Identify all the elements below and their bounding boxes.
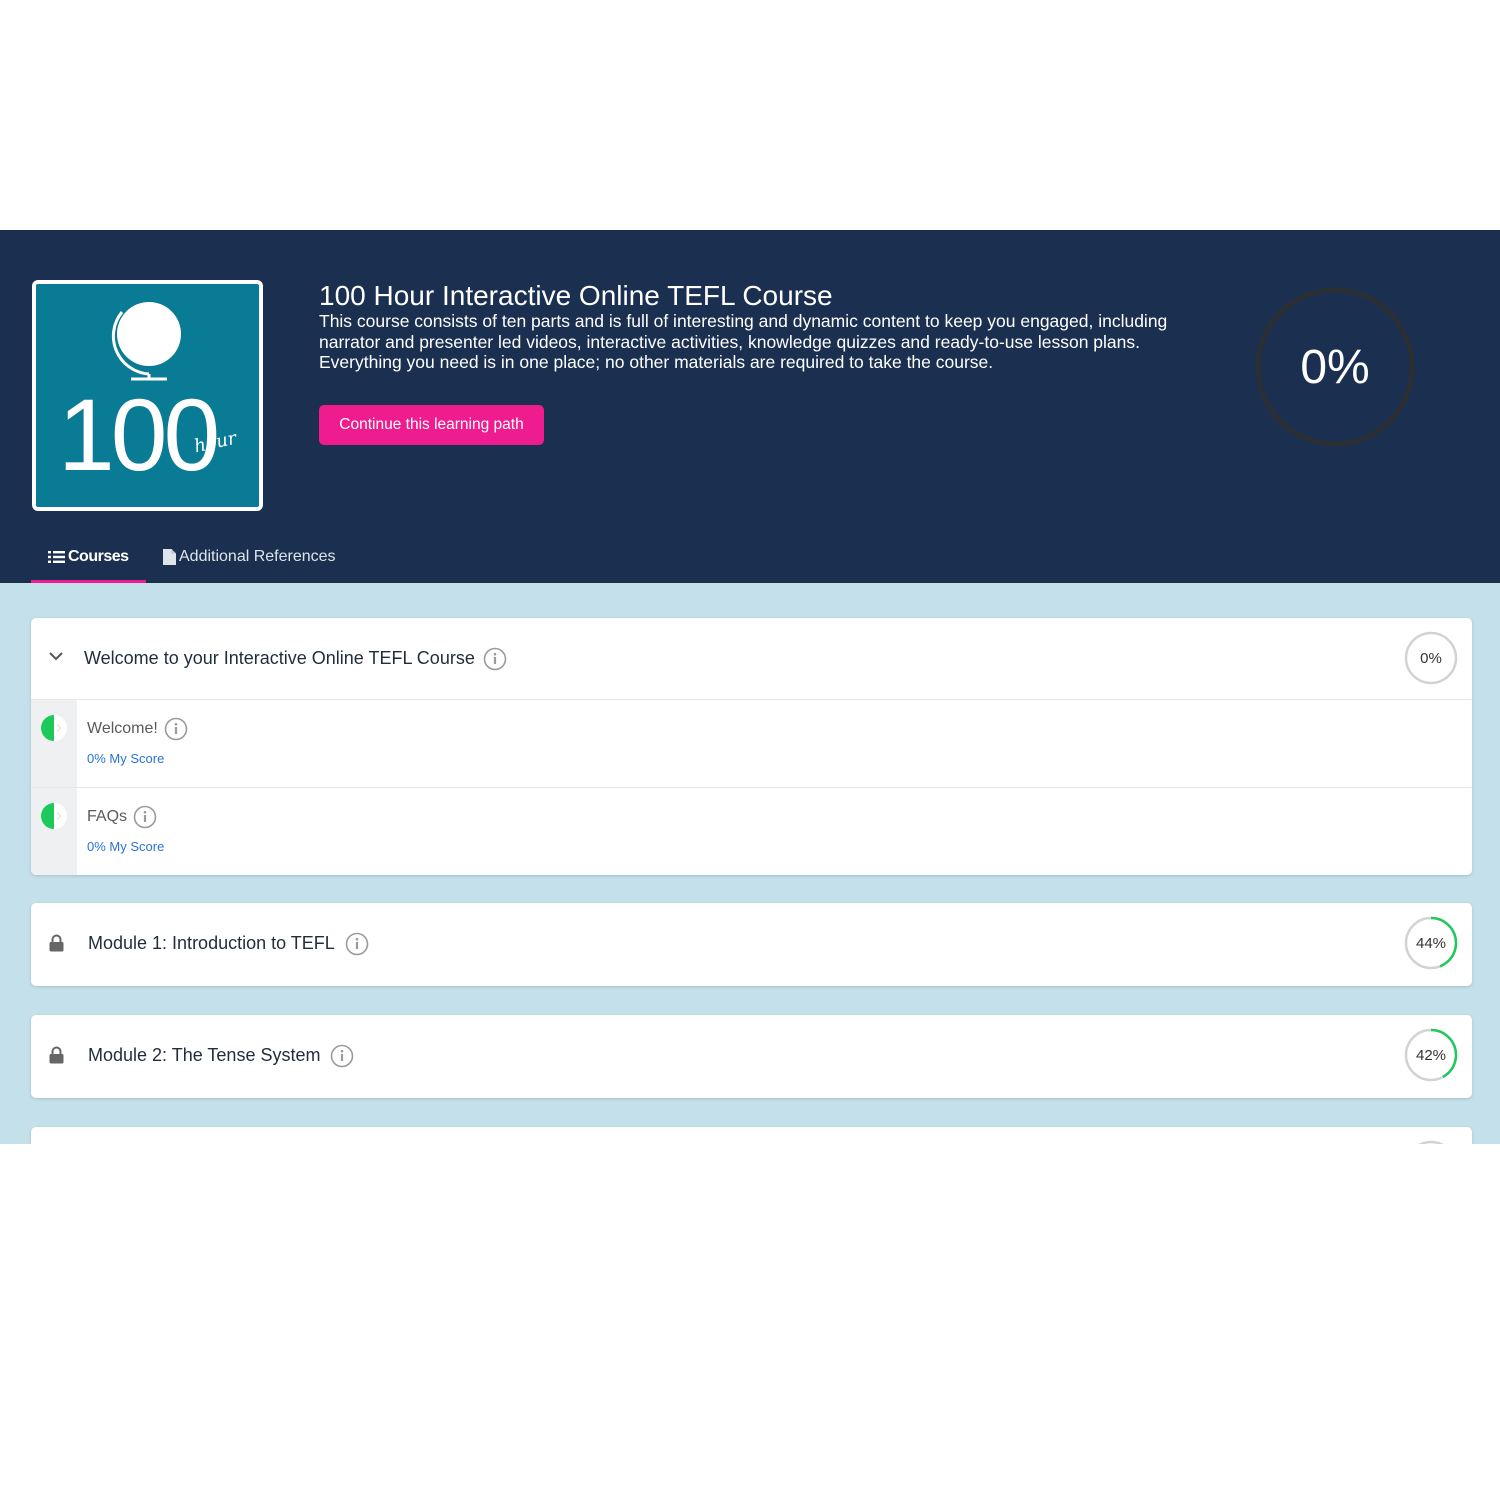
info-icon[interactable]	[345, 932, 369, 956]
section-header[interactable]: Welcome to your Interactive Online TEFL …	[31, 618, 1472, 699]
tab-courses[interactable]: Courses	[31, 530, 146, 583]
lesson-title: FAQs	[87, 803, 157, 831]
course-logo: 100 hour	[32, 280, 263, 511]
lesson-item[interactable]: FAQs 0% My Score	[31, 787, 1472, 875]
list-icon	[48, 550, 65, 564]
document-icon	[163, 548, 176, 565]
section-header[interactable]: Module 1: Introduction to TEFL 44%	[31, 903, 1472, 984]
tab-additional-references[interactable]: Additional References	[163, 530, 336, 583]
course-list: Welcome to your Interactive Online TEFL …	[0, 583, 1500, 1144]
lesson-title: Welcome!	[87, 715, 188, 743]
section-progress-label: 44%	[1415, 934, 1447, 952]
info-icon[interactable]	[164, 717, 188, 741]
course-description: This course consists of ten parts and is…	[319, 311, 1168, 372]
section-welcome: Welcome to your Interactive Online TEFL …	[31, 618, 1472, 875]
learning-path-page: 100 hour 100 Hour Interactive Online TEF…	[0, 230, 1500, 1144]
section-progress-label: 42%	[1415, 1046, 1447, 1064]
lesson-status-icon	[40, 714, 68, 747]
section-title: Module 1: Introduction to TEFL	[88, 903, 369, 984]
lock-icon	[49, 1046, 64, 1069]
section-title-text: Welcome to your Interactive Online TEFL …	[84, 648, 475, 668]
section-module-1: Module 1: Introduction to TEFL 44%	[31, 903, 1472, 986]
info-icon[interactable]	[483, 647, 507, 671]
lesson-item[interactable]: Welcome! 0% My Score	[31, 699, 1472, 787]
course-header: 100 hour 100 Hour Interactive Online TEF…	[0, 230, 1500, 583]
section-progress-ring: 44%	[1404, 916, 1458, 970]
section-progress-label: 0%	[1420, 649, 1442, 667]
tab-bar: Courses Additional References	[31, 530, 336, 583]
section-title: Module 2: The Tense System	[88, 1015, 354, 1096]
lesson-score-link[interactable]: 0% My Score	[87, 839, 164, 854]
info-icon[interactable]	[330, 1044, 354, 1068]
lesson-status-icon	[40, 802, 68, 835]
section-title-text: Module 2: The Tense System	[88, 1045, 321, 1065]
section-title-text: Module 1: Introduction to TEFL	[88, 933, 335, 953]
section-progress-ring: 0%	[1404, 631, 1458, 685]
section-module-2: Module 2: The Tense System 42%	[31, 1015, 1472, 1098]
section-progress-ring	[1404, 1140, 1458, 1144]
section-progress-ring: 42%	[1404, 1028, 1458, 1082]
section-header[interactable]: Module 2: The Tense System 42%	[31, 1015, 1472, 1096]
overall-progress-ring: 0%	[1255, 287, 1415, 447]
lock-icon	[49, 934, 64, 957]
course-title: 100 Hour Interactive Online TEFL Course	[319, 280, 833, 311]
section-next-partial	[31, 1127, 1472, 1144]
logo-number: 100	[58, 378, 220, 492]
continue-learning-path-button[interactable]: Continue this learning path	[319, 405, 544, 445]
tab-additional-references-label: Additional References	[179, 547, 336, 565]
lesson-title-text: Welcome!	[87, 720, 158, 737]
tab-courses-label: Courses	[68, 547, 129, 565]
lesson-title-text: FAQs	[87, 808, 128, 825]
section-title: Welcome to your Interactive Online TEFL …	[84, 618, 507, 699]
info-icon[interactable]	[133, 805, 157, 829]
lesson-score-link[interactable]: 0% My Score	[87, 751, 164, 766]
chevron-down-icon[interactable]	[48, 648, 64, 669]
overall-progress-label: 0%	[1300, 340, 1370, 394]
